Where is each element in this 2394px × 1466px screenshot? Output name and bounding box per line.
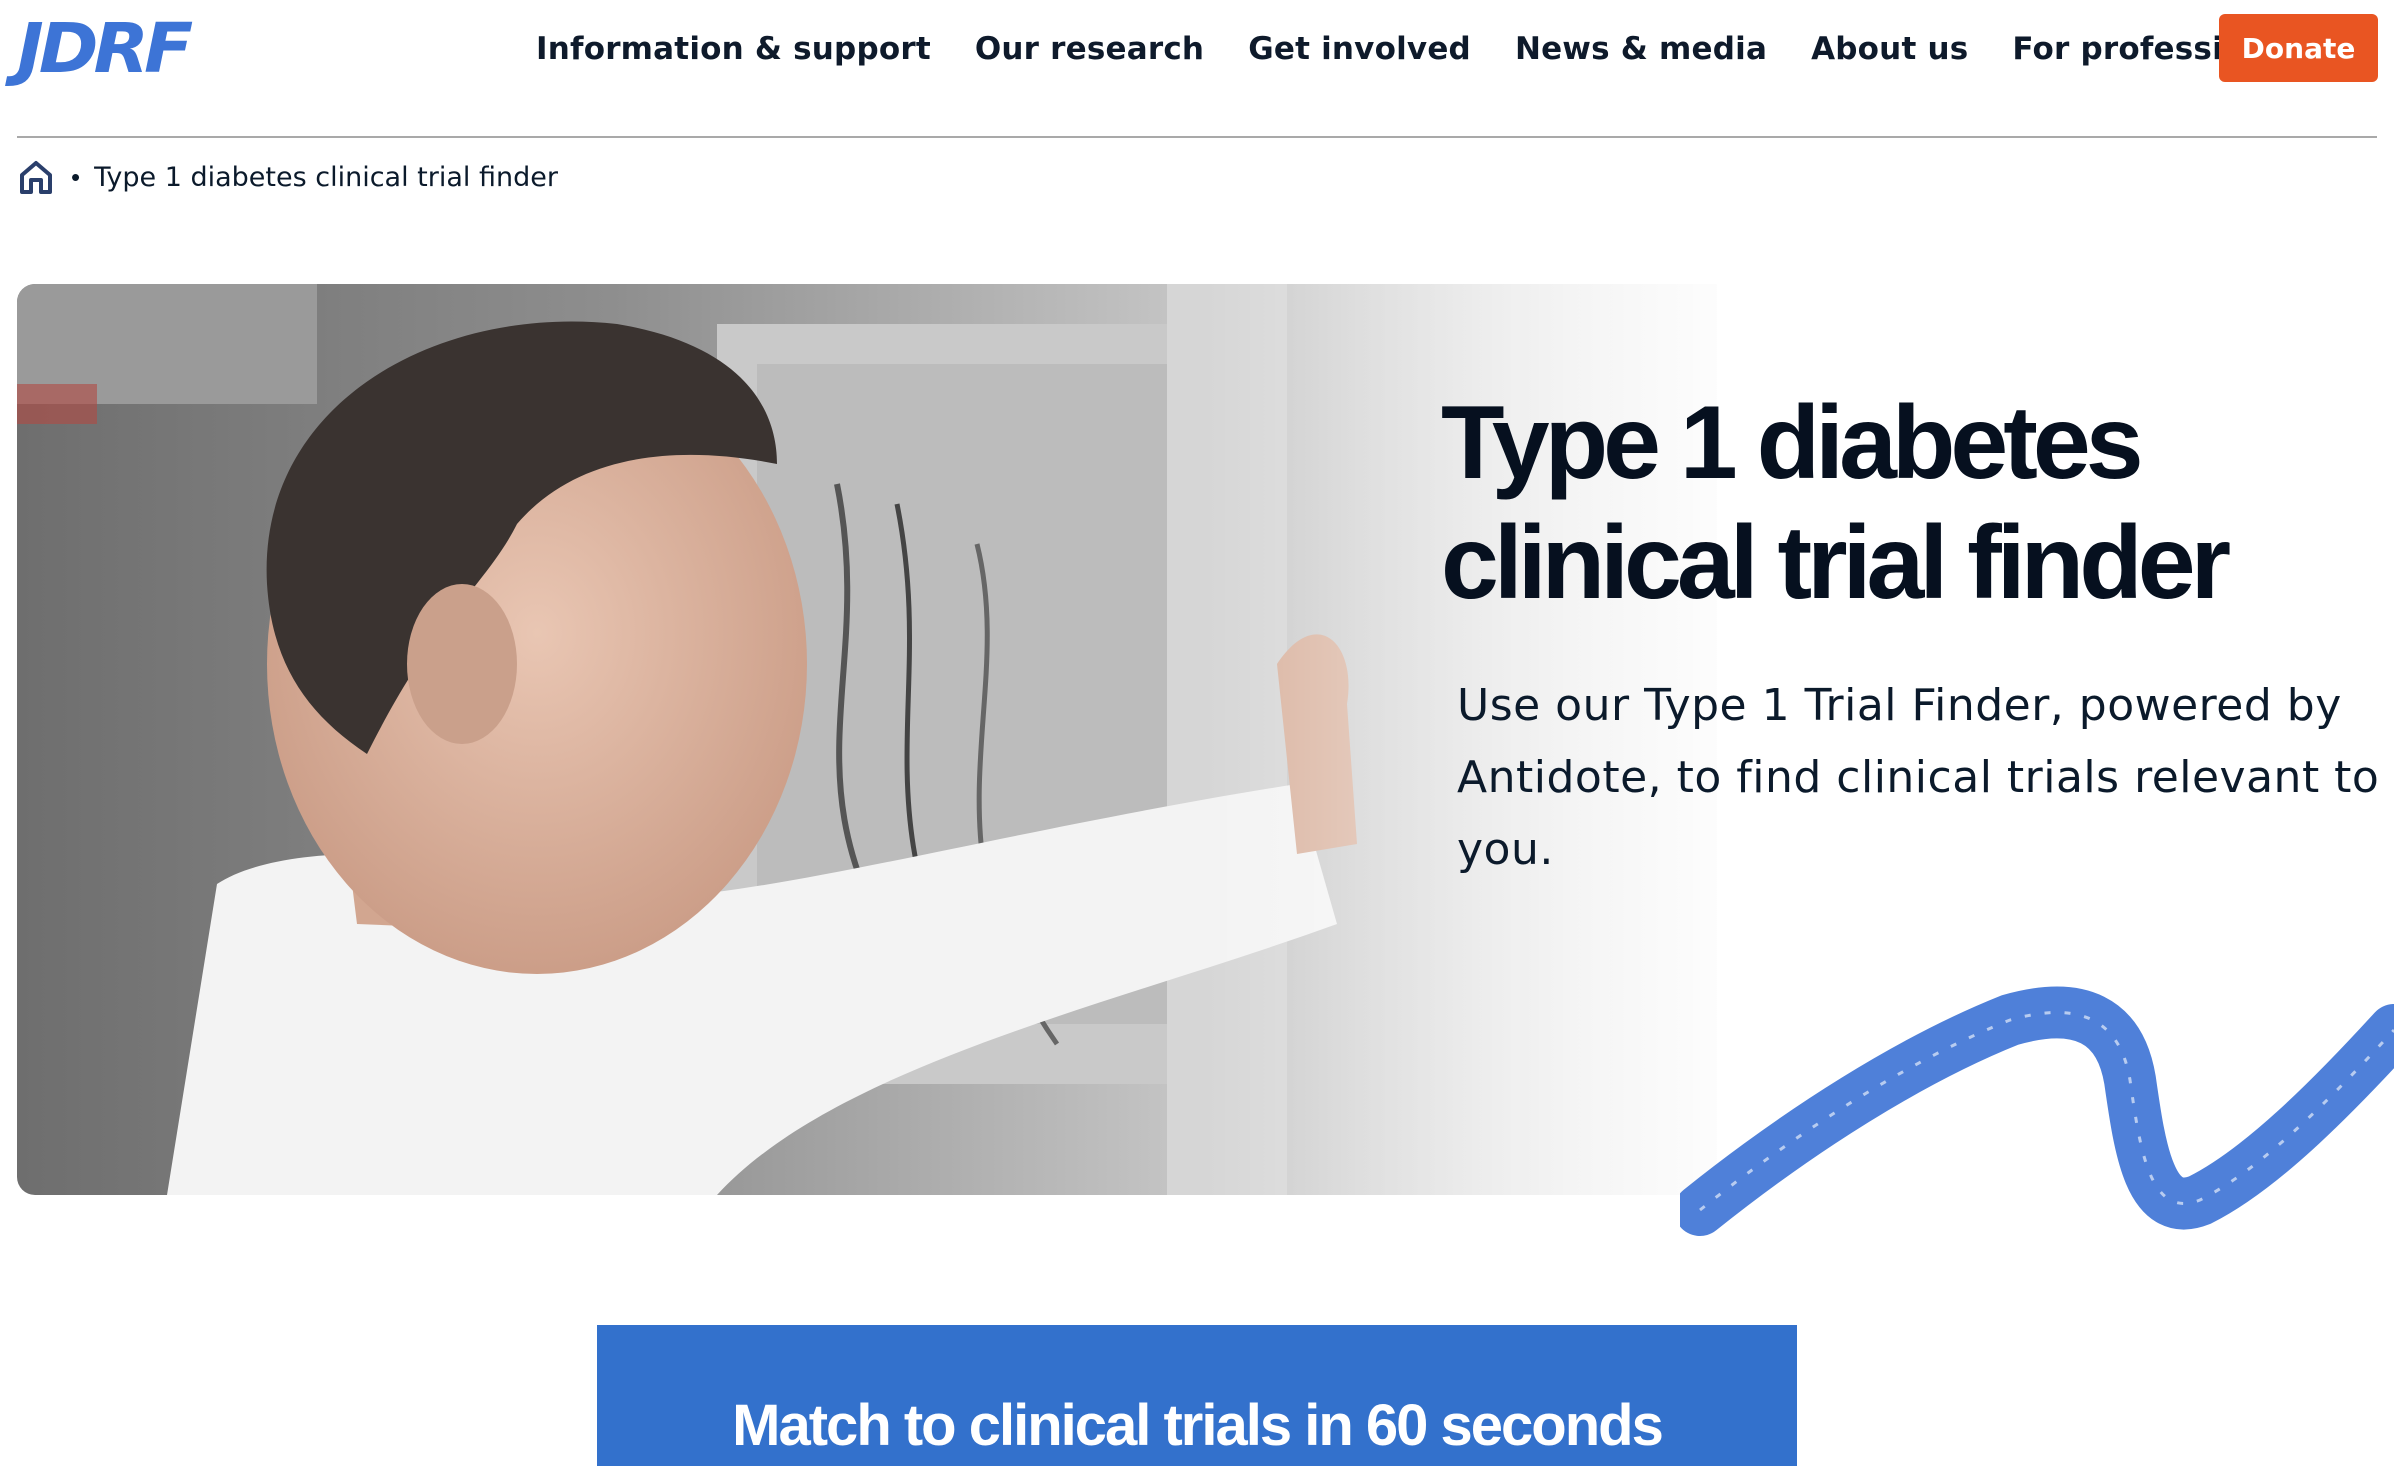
jdrf-logo[interactable]: JDRF (17, 14, 252, 82)
nav-get-involved[interactable]: Get involved (1226, 26, 1493, 72)
site-header: JDRF Information & support Our research … (0, 0, 2394, 138)
nav-news-media[interactable]: News & media (1493, 26, 1789, 72)
main-nav: Information & support Our research Get i… (536, 26, 2339, 72)
nav-our-research[interactable]: Our research (953, 26, 1226, 72)
nav-information-support[interactable]: Information & support (536, 26, 953, 72)
header-divider (17, 136, 2377, 138)
breadcrumb: • Type 1 diabetes clinical trial finder (17, 155, 558, 199)
match-title: Match to clinical trials in 60 seconds (732, 1393, 1664, 1458)
hero-title: Type 1 diabetes clinical trial finder (1441, 383, 2341, 623)
donate-button[interactable]: Donate (2219, 14, 2378, 82)
match-banner: Match to clinical trials in 60 seconds (597, 1325, 1797, 1466)
hero-title-line1: Type 1 diabetes (1441, 385, 2144, 501)
squiggle-decoration (1680, 986, 2394, 1236)
nav-about-us[interactable]: About us (1789, 26, 1990, 72)
breadcrumb-separator: • (71, 161, 81, 192)
hero-description: Use our Type 1 Trial Finder, powered by … (1457, 680, 2380, 875)
logo-text: JDRF (17, 8, 193, 88)
home-icon[interactable] (17, 158, 55, 196)
breadcrumb-current: Type 1 diabetes clinical trial finder (94, 161, 558, 193)
hero-title-line2: clinical trial finder (1441, 505, 2231, 621)
